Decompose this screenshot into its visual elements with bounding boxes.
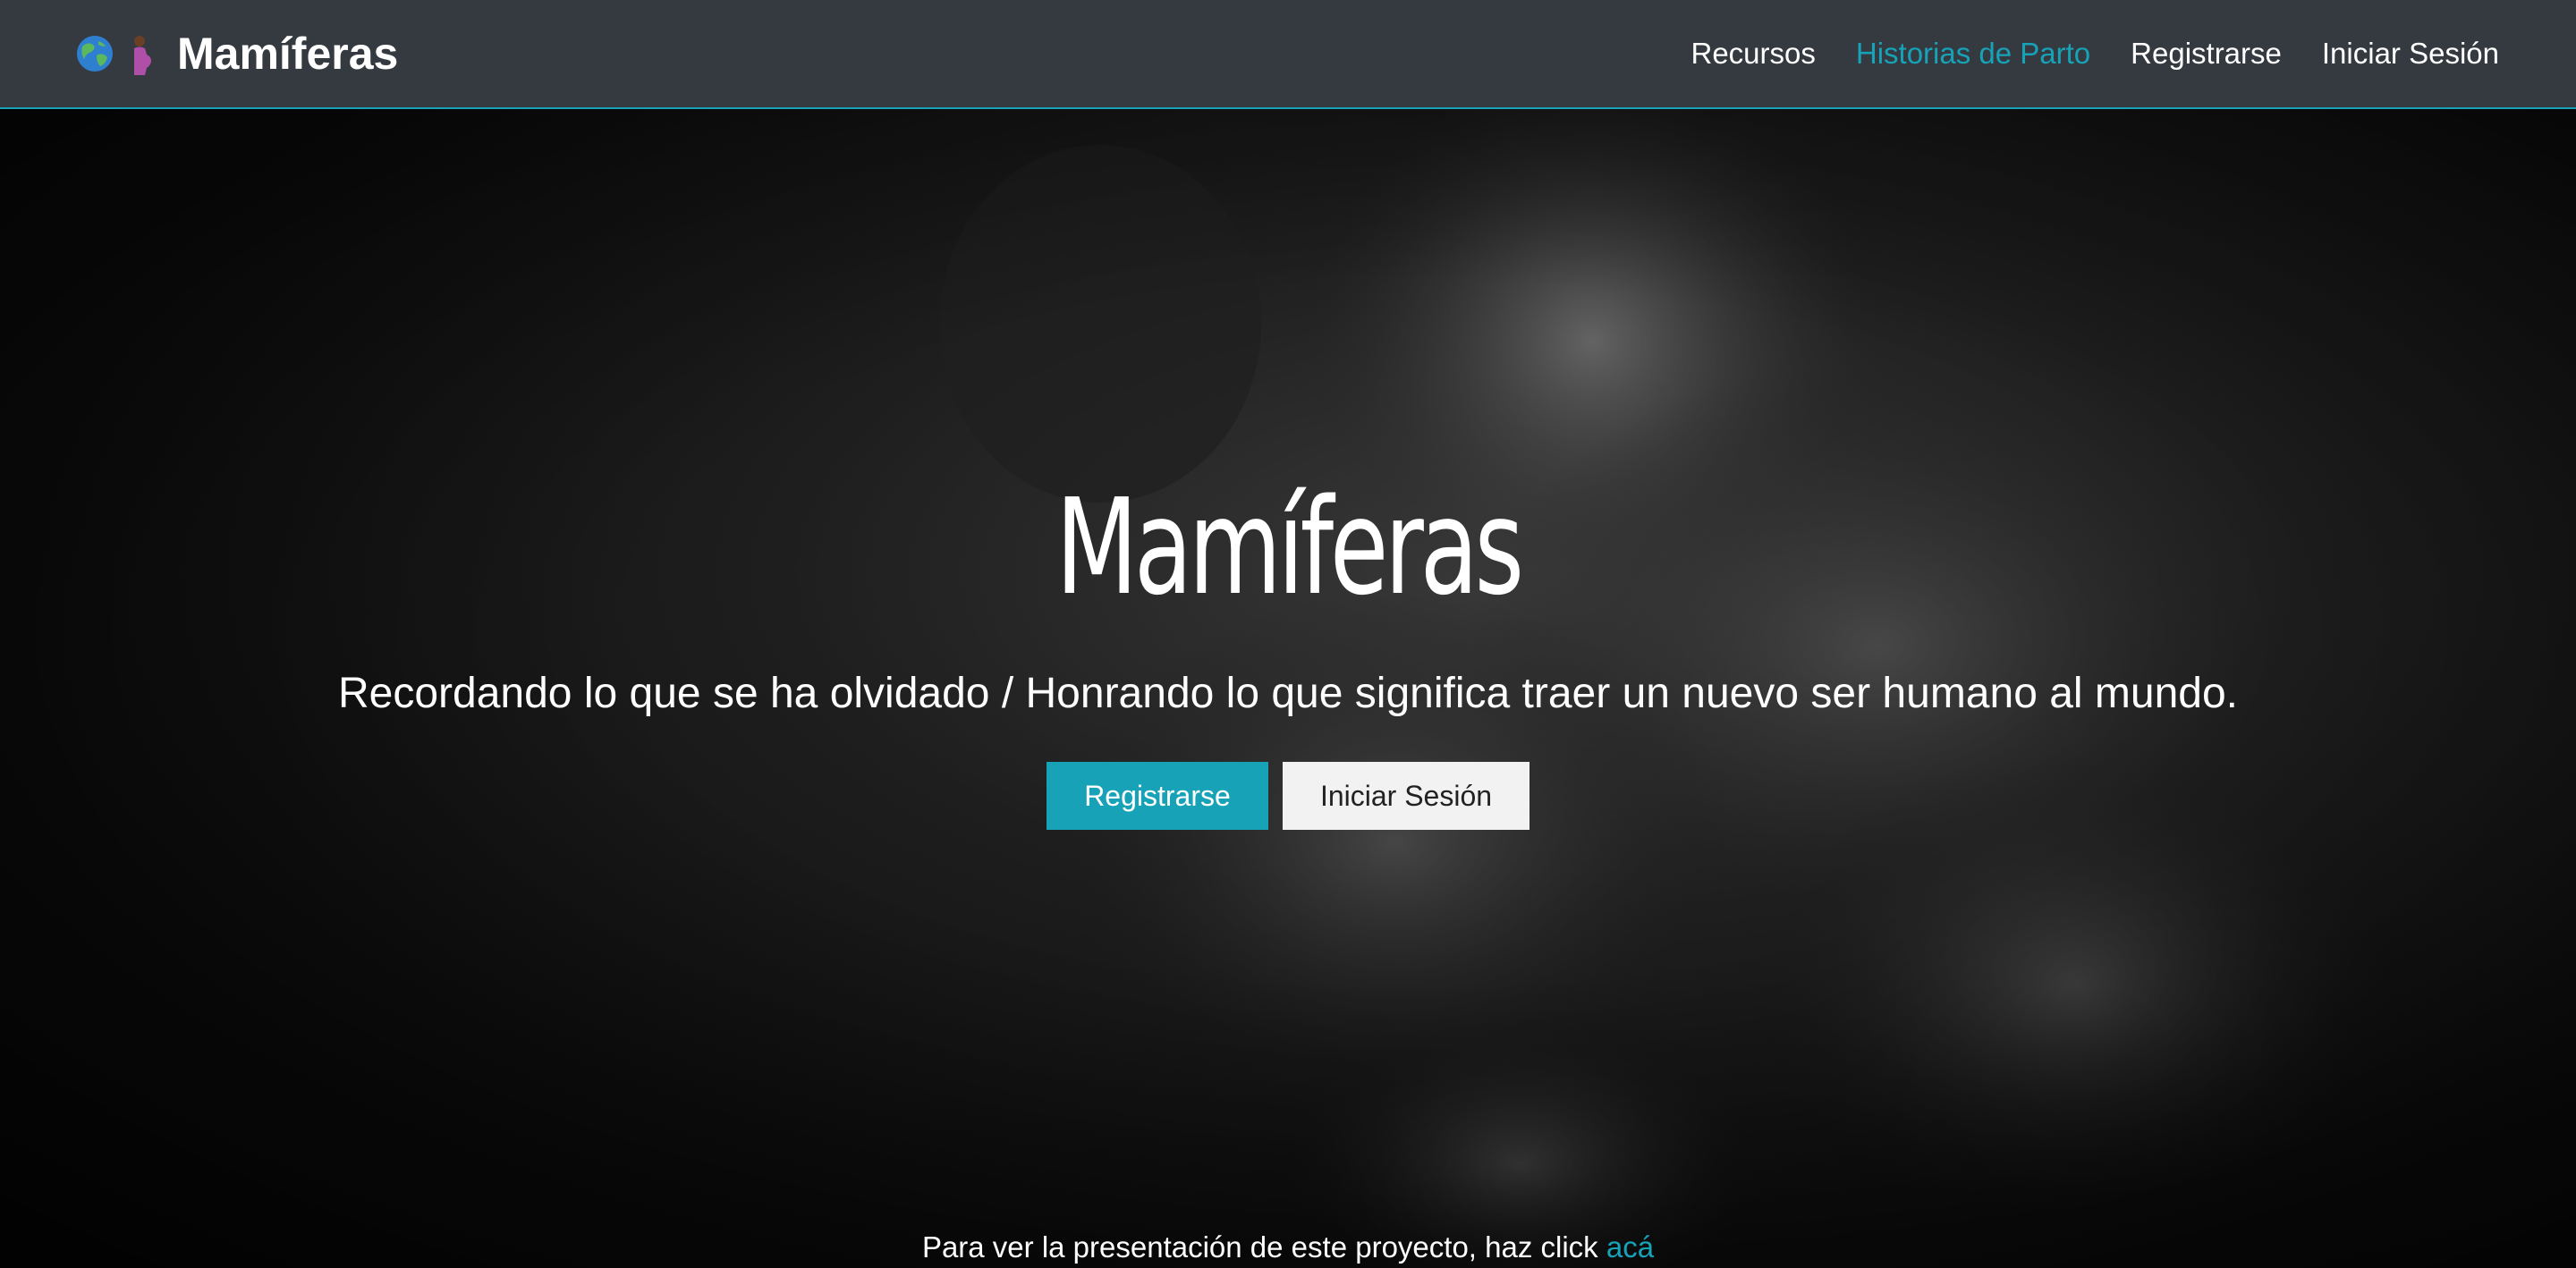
brand-name: Mamíferas <box>177 29 399 79</box>
hero-section: Mamíferas Recordando lo que se ha olvida… <box>0 109 2576 1268</box>
hero-content: Mamíferas Recordando lo que se ha olvida… <box>0 109 2576 1268</box>
globe-icon <box>75 34 114 73</box>
hero-title: Mamíferas <box>1055 470 1524 624</box>
nav-link-registrarse[interactable]: Registrarse <box>2131 32 2282 75</box>
top-navbar: Mamíferas Recursos Historias de Parto Re… <box>0 0 2576 109</box>
login-button[interactable]: Iniciar Sesión <box>1283 762 1530 830</box>
presentation-link[interactable]: acá <box>1606 1230 1654 1264</box>
hero-subtitle: Recordando lo que se ha olvidado / Honra… <box>337 670 2239 717</box>
nav-links: Recursos Historias de Parto Registrarse … <box>1690 32 2499 75</box>
brand-logo-link[interactable]: Mamíferas <box>75 25 398 82</box>
nav-link-historias-de-parto[interactable]: Historias de Parto <box>1856 32 2090 75</box>
presentation-note-text: Para ver la presentación de este proyect… <box>921 1230 1606 1264</box>
hero-buttons: Registrarse Iniciar Sesión <box>0 762 2576 830</box>
pregnant-woman-icon <box>122 34 161 75</box>
register-button[interactable]: Registrarse <box>1046 762 1268 830</box>
nav-link-iniciar-sesion[interactable]: Iniciar Sesión <box>2322 32 2499 75</box>
presentation-note: Para ver la presentación de este proyect… <box>0 1227 2576 1268</box>
nav-link-recursos[interactable]: Recursos <box>1690 32 1815 75</box>
